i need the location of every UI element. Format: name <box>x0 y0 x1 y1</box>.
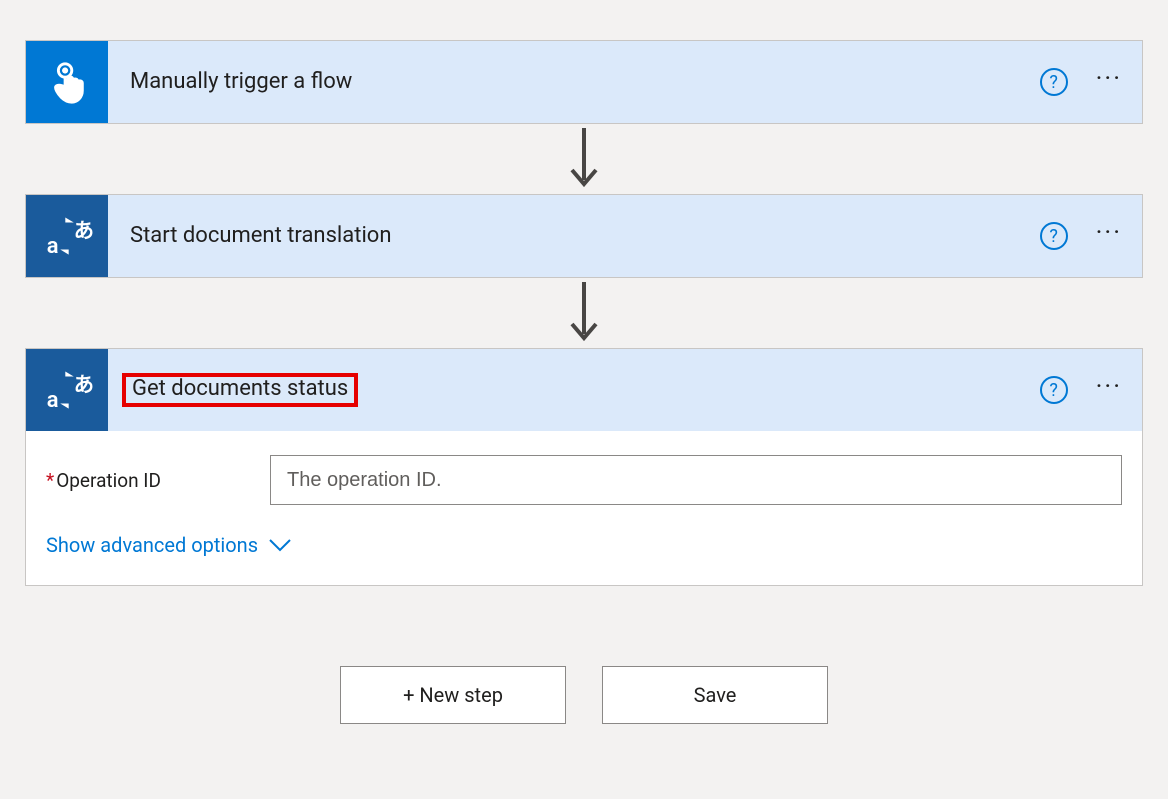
advanced-options-label: Show advanced options <box>46 533 258 557</box>
step-title-highlighted: Get documents status <box>122 373 358 407</box>
step-card-get-documents-status[interactable]: あ a Get documents status ? ··· *Op <box>25 348 1143 586</box>
manual-trigger-icon <box>26 41 108 123</box>
svg-text:a: a <box>47 388 59 413</box>
field-label: *Operation ID <box>46 469 270 492</box>
step-title: Get documents status <box>130 374 350 403</box>
new-step-label: + New step <box>403 683 503 707</box>
svg-text:あ: あ <box>74 373 94 397</box>
step-header[interactable]: あ a Get documents status ? ··· <box>26 349 1142 431</box>
svg-text:あ: あ <box>74 219 94 243</box>
save-label: Save <box>694 683 737 707</box>
new-step-button[interactable]: + New step <box>340 666 566 724</box>
save-button[interactable]: Save <box>602 666 828 724</box>
more-menu-icon[interactable]: ··· <box>1096 374 1122 406</box>
chevron-down-icon <box>268 533 292 557</box>
required-marker: * <box>46 469 54 492</box>
step-actions: ? ··· <box>1040 374 1122 406</box>
step-title: Start document translation <box>128 223 1040 249</box>
field-label-text: Operation ID <box>56 469 161 492</box>
flow-designer-canvas: Manually trigger a flow ? ··· あ <box>0 0 1168 799</box>
field-row-operation-id: *Operation ID <box>46 455 1122 505</box>
help-icon[interactable]: ? <box>1040 222 1068 250</box>
footer-buttons: + New step Save <box>340 666 828 724</box>
help-icon[interactable]: ? <box>1040 376 1068 404</box>
more-menu-icon[interactable]: ··· <box>1096 220 1122 252</box>
connector-arrow <box>564 124 604 194</box>
show-advanced-options-link[interactable]: Show advanced options <box>46 533 292 557</box>
step-card-start-translation[interactable]: あ a Start document translation ? ··· <box>25 194 1143 278</box>
help-icon[interactable]: ? <box>1040 68 1068 96</box>
step-header[interactable]: Manually trigger a flow ? ··· <box>26 41 1142 123</box>
translate-icon: あ a <box>26 349 108 431</box>
svg-text:a: a <box>47 234 59 259</box>
step-card-manual-trigger[interactable]: Manually trigger a flow ? ··· <box>25 40 1143 124</box>
step-title: Manually trigger a flow <box>128 69 1040 95</box>
step-actions: ? ··· <box>1040 66 1122 98</box>
more-menu-icon[interactable]: ··· <box>1096 66 1122 98</box>
operation-id-input[interactable] <box>270 455 1122 505</box>
step-actions: ? ··· <box>1040 220 1122 252</box>
step-header[interactable]: あ a Start document translation ? ··· <box>26 195 1142 277</box>
translate-icon: あ a <box>26 195 108 277</box>
step-body: *Operation ID Show advanced options <box>26 431 1142 585</box>
connector-arrow <box>564 278 604 348</box>
flow-column: Manually trigger a flow ? ··· あ <box>24 40 1144 724</box>
